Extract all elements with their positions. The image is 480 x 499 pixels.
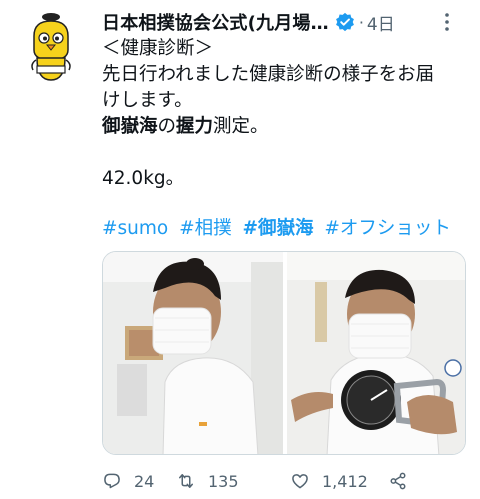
media-grid [102, 251, 466, 455]
avatar[interactable] [28, 10, 74, 84]
more-options-icon[interactable] [436, 9, 458, 35]
text-line: けします。 [102, 90, 193, 111]
bold-name: 御嶽海 [102, 116, 158, 137]
share-button[interactable] [388, 468, 420, 494]
hashtag-link[interactable]: #sumo [102, 218, 168, 239]
text-line: 御嶽海の握力測定。 [102, 114, 472, 140]
hashtag-link[interactable]: #御嶽海 [243, 218, 314, 239]
text-fragment: の [157, 116, 177, 137]
hashtag-link[interactable]: #オフショット [324, 218, 451, 239]
hashtag-list: #sumo #相撲 #御嶽海 #オフショット [102, 216, 456, 242]
tweet: 日本相撲協会公式(九月場… · 4日 ＜健康診断＞ 先日行われました健康診断の様… [0, 0, 480, 499]
share-icon [390, 472, 406, 490]
text-fragment: 測定。 [213, 116, 269, 137]
photo-2[interactable] [287, 252, 465, 454]
text-line: 42.0kg。 [102, 168, 185, 189]
hashtag-link[interactable]: #相撲 [179, 218, 232, 239]
photo-1[interactable] [103, 252, 283, 454]
reply-button[interactable]: 24 [102, 468, 154, 494]
like-button[interactable]: 1,412 [290, 468, 368, 494]
tweet-timestamp[interactable]: 4日 [367, 10, 395, 35]
retweet-icon [179, 474, 193, 488]
action-bar: 24 135 1,412 [102, 468, 442, 494]
bold-term: 握力 [176, 116, 214, 137]
display-name[interactable]: 日本相撲協会公式(九月場… [102, 9, 329, 35]
verified-badge-icon [335, 12, 355, 32]
separator-dot: · [358, 12, 364, 32]
text-line: 先日行われました健康診断の様子をお届 [102, 64, 435, 85]
retweet-button[interactable]: 135 [176, 468, 239, 494]
like-icon [292, 474, 308, 489]
tweet-header: 日本相撲協会公式(九月場… · 4日 [102, 9, 472, 35]
like-count: 1,412 [322, 471, 368, 491]
reply-icon [104, 473, 120, 489]
retweet-count: 135 [208, 471, 239, 491]
text-line: ＜健康診断＞ [102, 38, 214, 59]
tweet-text: ＜健康診断＞ 先日行われました健康診断の様子をお届 けします。 御嶽海の握力測定… [102, 36, 472, 192]
reply-count: 24 [134, 471, 155, 491]
